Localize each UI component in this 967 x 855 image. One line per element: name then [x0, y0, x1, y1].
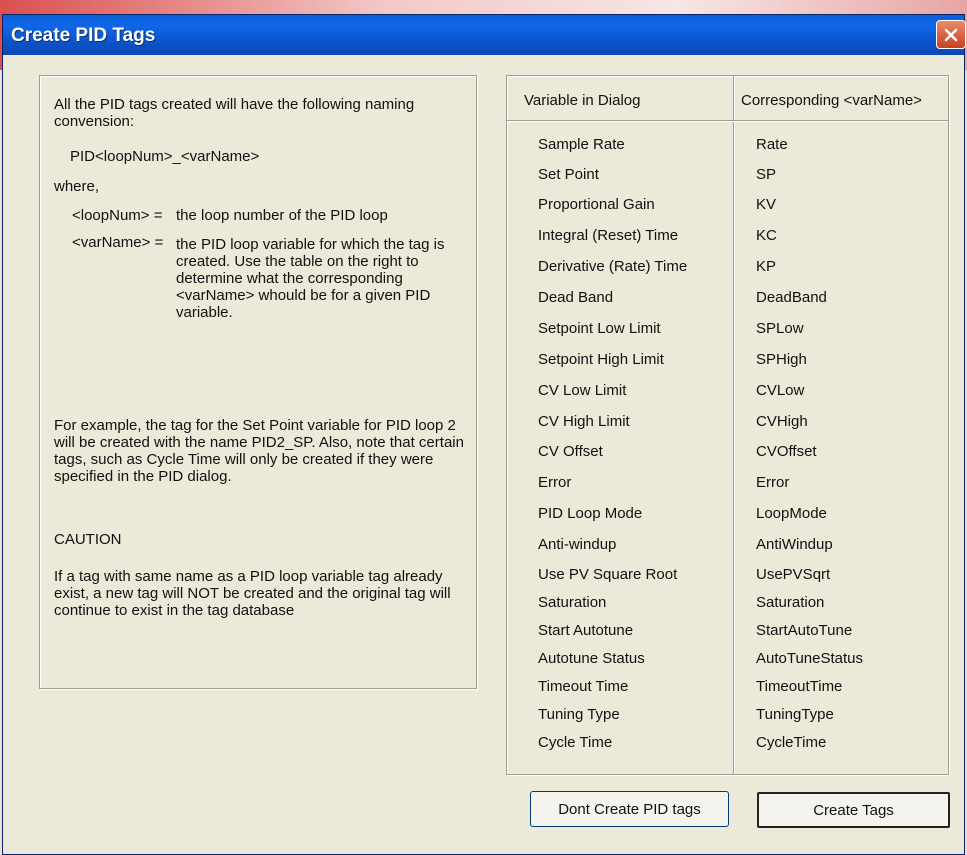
close-icon: [944, 28, 958, 41]
title-bar[interactable]: Create PID Tags: [3, 15, 966, 55]
intro-text: All the PID tags created will have the f…: [54, 96, 415, 130]
header-variable: Variable in Dialog: [524, 92, 641, 109]
varname-cell: DeadBand: [756, 289, 827, 306]
varname-cell: AntiWindup: [756, 536, 833, 553]
variable-cell: Error: [538, 474, 572, 491]
varname-cell: UsePVSqrt: [756, 566, 831, 583]
varname-cell: StartAutoTune: [756, 622, 853, 639]
table-row: CV Low Limit CVLow: [507, 382, 948, 410]
varname-cell: TimeoutTime: [756, 678, 843, 695]
table-row: Tuning Type TuningType: [507, 706, 948, 734]
table-row: Cycle Time CycleTime: [507, 734, 948, 762]
variable-cell: Setpoint High Limit: [538, 351, 664, 368]
variable-cell: Start Autotune: [538, 622, 634, 639]
table-row: Timeout Time TimeoutTime: [507, 678, 948, 706]
table-row: Setpoint High Limit SPHigh: [507, 351, 948, 379]
variable-cell: Tuning Type: [538, 706, 620, 723]
varname-cell: KV: [756, 196, 777, 213]
table-row: Error Error: [507, 474, 948, 502]
info-panel: All the PID tags created will have the f…: [39, 75, 477, 689]
variable-cell: Derivative (Rate) Time: [538, 258, 688, 275]
varname-cell: LoopMode: [756, 505, 827, 522]
varname-cell: CycleTime: [756, 734, 827, 751]
window-title: Create PID Tags: [11, 25, 156, 46]
caution-title: CAUTION: [54, 531, 122, 548]
table-row: CV High Limit CVHigh: [507, 413, 948, 441]
table-row: Saturation Saturation: [507, 594, 948, 622]
create-tags-button[interactable]: Create Tags: [757, 792, 950, 828]
where-label: where,: [54, 178, 100, 195]
variable-cell: Anti-windup: [538, 536, 617, 553]
varname-cell: KP: [756, 258, 777, 275]
header-divider: [507, 120, 948, 122]
varname-cell: Error: [756, 474, 790, 491]
varname-description: the PID loop variable for which the tag …: [176, 236, 445, 321]
varname-cell: CVHigh: [756, 413, 808, 430]
varname-cell: CVOffset: [756, 443, 817, 460]
table-row: Sample Rate Rate: [507, 136, 948, 164]
table-row: Proportional Gain KV: [507, 196, 948, 224]
table-row: PID Loop Mode LoopMode: [507, 505, 948, 533]
varname-key: <varName> =: [72, 234, 164, 251]
varname-cell: Rate: [756, 136, 788, 153]
varname-cell: CVLow: [756, 382, 805, 399]
dont-create-pid-tags-button[interactable]: Dont Create PID tags: [530, 791, 729, 827]
create-pid-tags-dialog: Create PID Tags All the PID tags created…: [2, 14, 966, 855]
variable-cell: Setpoint Low Limit: [538, 320, 661, 337]
varname-cell: SPLow: [756, 320, 804, 337]
loopnum-description: the loop number of the PID loop: [176, 207, 388, 224]
table-row: Use PV Square Root UsePVSqrt: [507, 566, 948, 594]
varname-cell: AutoTuneStatus: [756, 650, 864, 667]
close-button[interactable]: [936, 20, 966, 49]
table-row: Set Point SP: [507, 166, 948, 194]
table-row: Autotune Status AutoTuneStatus: [507, 650, 948, 678]
header-varname: Corresponding <varName>: [741, 92, 922, 109]
variable-cell: Integral (Reset) Time: [538, 227, 679, 244]
table-row: Anti-windup AntiWindup: [507, 536, 948, 564]
table-row: Derivative (Rate) Time KP: [507, 258, 948, 286]
variable-cell: PID Loop Mode: [538, 505, 643, 522]
variable-cell: Saturation: [538, 594, 607, 611]
variable-cell: Use PV Square Root: [538, 566, 678, 583]
table-row: Dead Band DeadBand: [507, 289, 948, 317]
variable-cell: Sample Rate: [538, 136, 625, 153]
table-row: Start Autotune StartAutoTune: [507, 622, 948, 650]
varname-cell: Saturation: [756, 594, 825, 611]
caution-text: If a tag with same name as a PID loop va…: [54, 568, 451, 619]
table-row: CV Offset CVOffset: [507, 443, 948, 471]
varname-cell: SPHigh: [756, 351, 807, 368]
example-text: For example, the tag for the Set Point v…: [54, 417, 464, 485]
naming-pattern: PID<loopNum>_<varName>: [70, 148, 260, 165]
varname-cell: KC: [756, 227, 777, 244]
loopnum-key: <loopNum> =: [72, 207, 163, 224]
variable-cell: CV High Limit: [538, 413, 630, 430]
variable-cell: Cycle Time: [538, 734, 613, 751]
variable-cell: CV Low Limit: [538, 382, 627, 399]
dialog-client-area: All the PID tags created will have the f…: [3, 55, 964, 854]
variable-cell: CV Offset: [538, 443, 603, 460]
variable-cell: Autotune Status: [538, 650, 645, 667]
variable-cell: Proportional Gain: [538, 196, 655, 213]
varname-cell: SP: [756, 166, 777, 183]
variable-cell: Set Point: [538, 166, 599, 183]
variable-mapping-table: Variable in Dialog Corresponding <varNam…: [506, 75, 949, 775]
table-row: Setpoint Low Limit SPLow: [507, 320, 948, 348]
variable-cell: Dead Band: [538, 289, 614, 306]
varname-cell: TuningType: [756, 706, 834, 723]
table-row: Integral (Reset) Time KC: [507, 227, 948, 255]
variable-cell: Timeout Time: [538, 678, 629, 695]
